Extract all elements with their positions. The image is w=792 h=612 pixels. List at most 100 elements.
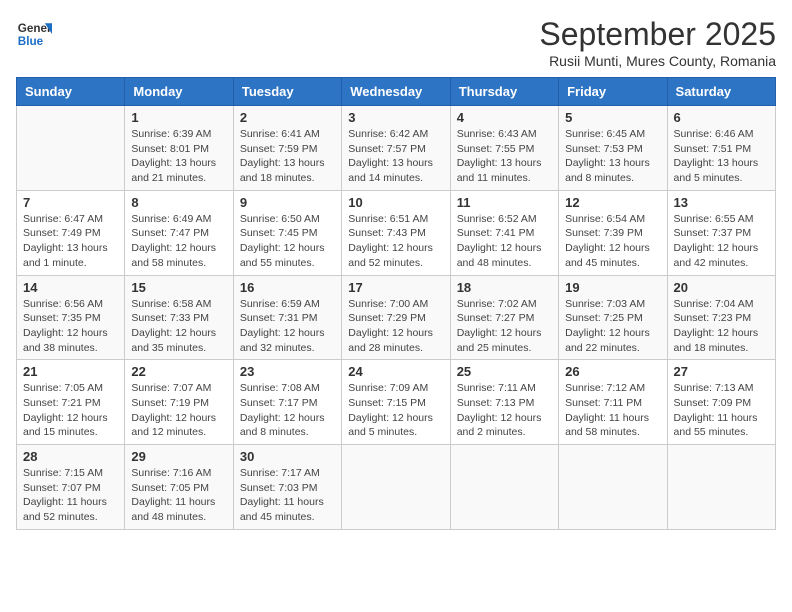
table-row: 17 Sunrise: 7:00 AMSunset: 7:29 PMDayligh… [342, 275, 450, 360]
day-number: 6 [674, 110, 769, 125]
day-info: Sunrise: 6:58 AMSunset: 7:33 PMDaylight:… [131, 297, 226, 356]
table-row: 23Sunrise: 7:08 AMSunset: 7:17 PMDayligh… [233, 360, 341, 445]
day-info: Sunrise: 7:13 AMSunset: 7:09 PMDaylight:… [674, 381, 769, 440]
day-number: 25 [457, 364, 552, 379]
header-saturday: Saturday [667, 78, 775, 106]
table-row: 4 Sunrise: 6:43 AMSunset: 7:55 PMDaylight… [450, 106, 558, 191]
day-number: 9 [240, 195, 335, 210]
logo: General Blue [16, 16, 52, 52]
table-row: 11 Sunrise: 6:52 AMSunset: 7:41 PMDayligh… [450, 190, 558, 275]
table-row: 16 Sunrise: 6:59 AMSunset: 7:31 PMDayligh… [233, 275, 341, 360]
header-friday: Friday [559, 78, 667, 106]
table-row: 14 Sunrise: 6:56 AMSunset: 7:35 PMDayligh… [17, 275, 125, 360]
table-row: 30 Sunrise: 7:17 AMSunset: 7:03 PMDayligh… [233, 445, 341, 530]
header-thursday: Thursday [450, 78, 558, 106]
table-row [667, 445, 775, 530]
day-info: Sunrise: 6:51 AMSunset: 7:43 PMDaylight:… [348, 212, 443, 271]
table-row: 12Sunrise: 6:54 AMSunset: 7:39 PMDayligh… [559, 190, 667, 275]
day-info: Sunrise: 7:12 AMSunset: 7:11 PMDaylight:… [565, 381, 660, 440]
day-info: Sunrise: 6:39 AMSunset: 8:01 PMDaylight:… [131, 127, 226, 186]
table-row: 25 Sunrise: 7:11 AMSunset: 7:13 PMDayligh… [450, 360, 558, 445]
day-number: 2 [240, 110, 335, 125]
location-subtitle: Rusii Munti, Mures County, Romania [539, 53, 776, 69]
day-number: 16 [240, 280, 335, 295]
day-info: Sunrise: 7:16 AMSunset: 7:05 PMDaylight:… [131, 466, 226, 525]
day-info: Sunrise: 6:59 AMSunset: 7:31 PMDaylight:… [240, 297, 335, 356]
day-info: Sunrise: 7:05 AMSunset: 7:21 PMDaylight:… [23, 381, 118, 440]
table-row: 28Sunrise: 7:15 AMSunset: 7:07 PMDayligh… [17, 445, 125, 530]
day-number: 1 [131, 110, 226, 125]
day-number: 20 [674, 280, 769, 295]
day-number: 11 [457, 195, 552, 210]
week-row-4: 21 Sunrise: 7:05 AMSunset: 7:21 PMDayligh… [17, 360, 776, 445]
month-title: September 2025 [539, 16, 776, 53]
day-info: Sunrise: 7:04 AMSunset: 7:23 PMDaylight:… [674, 297, 769, 356]
day-number: 30 [240, 449, 335, 464]
day-number: 15 [131, 280, 226, 295]
day-info: Sunrise: 6:46 AMSunset: 7:51 PMDaylight:… [674, 127, 769, 186]
day-number: 19 [565, 280, 660, 295]
week-row-2: 7 Sunrise: 6:47 AMSunset: 7:49 PMDaylight… [17, 190, 776, 275]
day-info: Sunrise: 6:50 AMSunset: 7:45 PMDaylight:… [240, 212, 335, 271]
header-tuesday: Tuesday [233, 78, 341, 106]
day-info: Sunrise: 6:56 AMSunset: 7:35 PMDaylight:… [23, 297, 118, 356]
day-info: Sunrise: 7:03 AMSunset: 7:25 PMDaylight:… [565, 297, 660, 356]
day-info: Sunrise: 7:11 AMSunset: 7:13 PMDaylight:… [457, 381, 552, 440]
table-row [342, 445, 450, 530]
day-info: Sunrise: 7:02 AMSunset: 7:27 PMDaylight:… [457, 297, 552, 356]
day-info: Sunrise: 6:49 AMSunset: 7:47 PMDaylight:… [131, 212, 226, 271]
day-number: 3 [348, 110, 443, 125]
day-info: Sunrise: 6:52 AMSunset: 7:41 PMDaylight:… [457, 212, 552, 271]
table-row: 5Sunrise: 6:45 AMSunset: 7:53 PMDaylight… [559, 106, 667, 191]
day-number: 18 [457, 280, 552, 295]
day-number: 23 [240, 364, 335, 379]
weekday-header-row: Sunday Monday Tuesday Wednesday Thursday… [17, 78, 776, 106]
table-row: 8 Sunrise: 6:49 AMSunset: 7:47 PMDaylight… [125, 190, 233, 275]
day-info: Sunrise: 6:47 AMSunset: 7:49 PMDaylight:… [23, 212, 118, 271]
day-number: 13 [674, 195, 769, 210]
table-row [17, 106, 125, 191]
table-row: 15 Sunrise: 6:58 AMSunset: 7:33 PMDayligh… [125, 275, 233, 360]
header-wednesday: Wednesday [342, 78, 450, 106]
day-number: 21 [23, 364, 118, 379]
week-row-1: 1 Sunrise: 6:39 AMSunset: 8:01 PMDaylight… [17, 106, 776, 191]
table-row: 3Sunrise: 6:42 AMSunset: 7:57 PMDaylight… [342, 106, 450, 191]
day-info: Sunrise: 7:00 AMSunset: 7:29 PMDaylight:… [348, 297, 443, 356]
table-row: 26Sunrise: 7:12 AMSunset: 7:11 PMDayligh… [559, 360, 667, 445]
table-row: 6 Sunrise: 6:46 AMSunset: 7:51 PMDaylight… [667, 106, 775, 191]
day-info: Sunrise: 7:17 AMSunset: 7:03 PMDaylight:… [240, 466, 335, 525]
page-header: General Blue September 2025 Rusii Munti,… [16, 16, 776, 69]
day-number: 10 [348, 195, 443, 210]
table-row: 1 Sunrise: 6:39 AMSunset: 8:01 PMDaylight… [125, 106, 233, 191]
table-row: 22Sunrise: 7:07 AMSunset: 7:19 PMDayligh… [125, 360, 233, 445]
table-row: 7 Sunrise: 6:47 AMSunset: 7:49 PMDaylight… [17, 190, 125, 275]
day-number: 5 [565, 110, 660, 125]
day-number: 4 [457, 110, 552, 125]
table-row [559, 445, 667, 530]
table-row: 19 Sunrise: 7:03 AMSunset: 7:25 PMDayligh… [559, 275, 667, 360]
svg-text:Blue: Blue [18, 35, 44, 48]
day-number: 24 [348, 364, 443, 379]
week-row-5: 28Sunrise: 7:15 AMSunset: 7:07 PMDayligh… [17, 445, 776, 530]
week-row-3: 14 Sunrise: 6:56 AMSunset: 7:35 PMDayligh… [17, 275, 776, 360]
header-sunday: Sunday [17, 78, 125, 106]
title-section: September 2025 Rusii Munti, Mures County… [539, 16, 776, 69]
table-row: 9 Sunrise: 6:50 AMSunset: 7:45 PMDaylight… [233, 190, 341, 275]
day-number: 27 [674, 364, 769, 379]
table-row: 29Sunrise: 7:16 AMSunset: 7:05 PMDayligh… [125, 445, 233, 530]
table-row: 27 Sunrise: 7:13 AMSunset: 7:09 PMDayligh… [667, 360, 775, 445]
logo-icon: General Blue [16, 16, 52, 52]
day-number: 17 [348, 280, 443, 295]
day-number: 22 [131, 364, 226, 379]
table-row: 13Sunrise: 6:55 AMSunset: 7:37 PMDayligh… [667, 190, 775, 275]
day-info: Sunrise: 6:43 AMSunset: 7:55 PMDaylight:… [457, 127, 552, 186]
table-row [450, 445, 558, 530]
day-number: 14 [23, 280, 118, 295]
day-info: Sunrise: 6:41 AMSunset: 7:59 PMDaylight:… [240, 127, 335, 186]
table-row: 20 Sunrise: 7:04 AMSunset: 7:23 PMDayligh… [667, 275, 775, 360]
table-row: 2 Sunrise: 6:41 AMSunset: 7:59 PMDaylight… [233, 106, 341, 191]
day-number: 8 [131, 195, 226, 210]
day-info: Sunrise: 7:15 AMSunset: 7:07 PMDaylight:… [23, 466, 118, 525]
day-info: Sunrise: 7:09 AMSunset: 7:15 PMDaylight:… [348, 381, 443, 440]
day-number: 7 [23, 195, 118, 210]
